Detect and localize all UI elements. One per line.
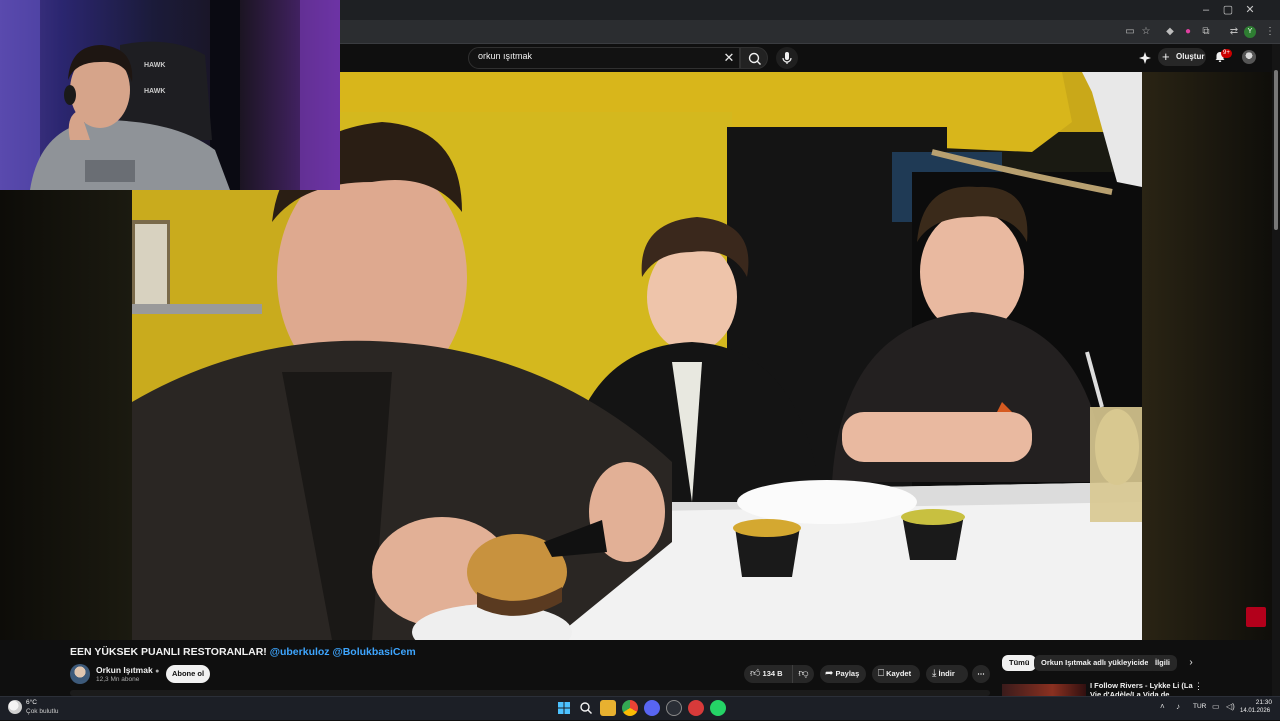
recommendation-menu-icon[interactable]: ⋮ xyxy=(1194,681,1203,692)
video-title-mentions[interactable]: @uberkuloz @BolukbasiCem xyxy=(270,646,416,658)
like-button[interactable]: 👍︎ 134 B xyxy=(744,665,792,683)
minimize-button[interactable]: – xyxy=(1196,3,1216,17)
plus-icon: + xyxy=(1162,49,1170,64)
thumbs-down-icon: 👎︎ xyxy=(798,668,809,679)
network-icon[interactable]: ▭ xyxy=(1212,702,1220,711)
microphone-icon xyxy=(782,52,792,64)
share-button[interactable]: ➦ Paylaş xyxy=(820,665,866,683)
clock-date[interactable]: 14.01.2026 xyxy=(1240,708,1270,714)
channel-watermark-icon[interactable] xyxy=(1246,607,1266,627)
volume-icon[interactable]: ◁) xyxy=(1226,702,1235,711)
browser-menu-icon[interactable]: ⋮ xyxy=(1262,25,1278,39)
save-button[interactable]: ⎕ Kaydet xyxy=(872,665,920,683)
share-arrow-icon: ➦ xyxy=(825,668,834,679)
taskbar-search-icon[interactable] xyxy=(578,700,594,716)
windows-start-icon[interactable] xyxy=(556,700,572,716)
download-label: İndir xyxy=(938,669,955,678)
streamer-webcam-overlay: HAWK HAWK xyxy=(0,0,340,190)
video-title: EEN YÜKSEK PUANLI RESTORANLAR! @uberkulo… xyxy=(70,646,416,658)
extension-pink-icon[interactable]: ● xyxy=(1180,25,1196,39)
tab-search-icon[interactable]: ⇄ xyxy=(1226,25,1242,39)
discord-icon[interactable] xyxy=(644,700,660,716)
app-red-icon[interactable] xyxy=(688,700,704,716)
ambient-glow-left xyxy=(0,190,132,640)
channel-avatar[interactable] xyxy=(70,664,90,684)
maximize-button[interactable]: ▢ xyxy=(1218,3,1238,17)
share-label: Paylaş xyxy=(835,669,860,678)
ambient-glow-right xyxy=(1142,72,1272,640)
weather-description: Çok bulutlu xyxy=(26,708,59,715)
clear-search-icon[interactable]: ✕ xyxy=(722,48,736,68)
tray-chevron-icon[interactable]: ˄ xyxy=(1160,702,1165,711)
chip-related[interactable]: İlgili xyxy=(1148,655,1177,671)
extension-diamond-icon[interactable]: ◆ xyxy=(1162,25,1178,39)
voice-search-button[interactable] xyxy=(776,47,798,69)
steam-icon[interactable] xyxy=(666,700,682,716)
account-avatar[interactable] xyxy=(1242,50,1256,64)
search-icon xyxy=(748,52,761,65)
windows-taskbar xyxy=(0,696,1280,720)
chip-from-uploader[interactable]: Orkun Işıtmak adlı yükleyiciden xyxy=(1034,655,1161,671)
weather-temperature: 6°C xyxy=(26,699,37,706)
chevron-right-icon[interactable]: › xyxy=(1184,655,1198,671)
dislike-button[interactable]: 👎︎ xyxy=(792,665,814,683)
bookmark-star-icon[interactable]: ☆ xyxy=(1138,25,1154,39)
extensions-puzzle-icon[interactable]: ⧉ xyxy=(1198,25,1214,39)
scrollbar-thumb[interactable] xyxy=(1274,70,1278,230)
microphone-tray-icon[interactable]: ♪ xyxy=(1176,702,1180,711)
clock-time[interactable]: 21:30 xyxy=(1246,699,1272,706)
weather-cloud-icon[interactable] xyxy=(8,700,22,714)
subscriber-count: 12,3 Mn abone xyxy=(96,676,140,683)
whatsapp-icon[interactable] xyxy=(710,700,726,716)
search-button[interactable] xyxy=(740,47,768,69)
subscribe-button[interactable]: Abone ol xyxy=(166,665,210,683)
premium-sparkle-icon[interactable] xyxy=(1139,51,1151,64)
like-count: 134 B xyxy=(762,669,783,678)
close-window-button[interactable]: ✕ xyxy=(1240,3,1260,17)
chrome-icon[interactable] xyxy=(622,700,638,716)
search-input-value: orkun ışıtmak xyxy=(478,51,533,61)
profile-avatar[interactable]: Y xyxy=(1244,26,1256,38)
channel-name[interactable]: Orkun Işıtmak ● xyxy=(96,665,159,675)
channel-name-text: Orkun Işıtmak xyxy=(96,665,153,675)
more-actions-button[interactable]: ⋯ xyxy=(972,665,990,683)
cast-icon[interactable]: ▭ xyxy=(1122,25,1138,39)
chip-all[interactable]: Tümü xyxy=(1002,655,1037,671)
bookmark-icon: ⎕ xyxy=(878,668,884,679)
file-explorer-icon[interactable] xyxy=(600,700,616,716)
verified-icon: ● xyxy=(155,668,160,675)
download-button[interactable]: ⤓ İndir xyxy=(926,665,968,683)
svg-text:HAWK: HAWK xyxy=(144,88,165,95)
language-indicator[interactable]: TUR xyxy=(1193,703,1206,710)
thumbs-up-icon: 👍︎ xyxy=(750,668,761,679)
notification-count-badge: 9+ xyxy=(1221,49,1232,58)
svg-text:HAWK: HAWK xyxy=(144,62,165,69)
video-title-text: EEN YÜKSEK PUANLI RESTORANLAR! xyxy=(70,646,267,658)
save-label: Kaydet xyxy=(886,669,912,678)
download-icon: ⤓ xyxy=(932,668,937,679)
